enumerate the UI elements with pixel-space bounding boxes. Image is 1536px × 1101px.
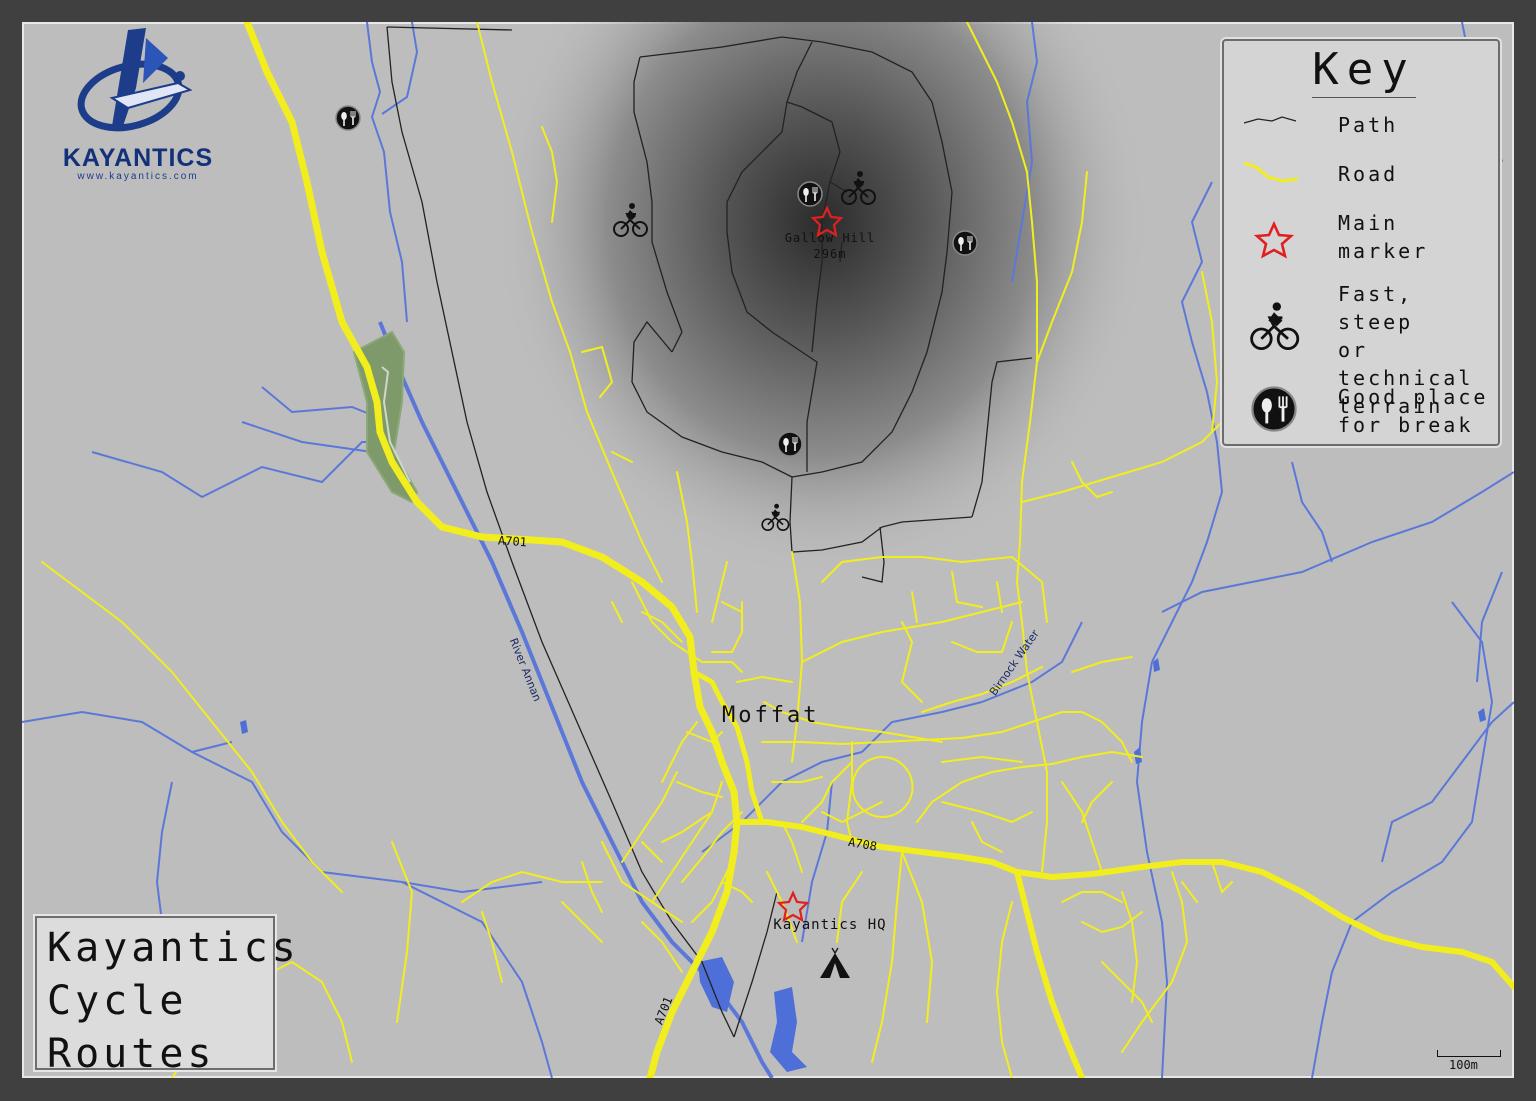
map-key: Key Path Road Main marker Fast, steep or… xyxy=(1222,39,1500,446)
star-icon xyxy=(1253,220,1295,259)
break-icon xyxy=(1251,386,1297,432)
tent-icon[interactable] xyxy=(820,947,850,978)
hill-height-label: 296m xyxy=(814,247,847,261)
cyclist-icon xyxy=(1250,302,1300,350)
logo-brand-text: KAYANTICS xyxy=(62,144,214,172)
road-label-a701-north: A701 xyxy=(498,533,528,549)
break-icon[interactable] xyxy=(777,431,803,457)
logo-emblem xyxy=(77,28,193,132)
hill-shading xyxy=(492,22,1152,582)
key-label-path: Path xyxy=(1338,113,1399,137)
logo-url-text: www.kayantics.com xyxy=(77,171,199,182)
break-icon[interactable] xyxy=(797,181,823,207)
break-icon[interactable] xyxy=(952,230,978,256)
scale-bar: 100m xyxy=(1437,1046,1501,1074)
kayantics-logo: KAYANTICS www.kayantics.com xyxy=(28,28,248,188)
key-label-main-marker: Main marker xyxy=(1338,211,1429,263)
title-line-3: Routes xyxy=(47,1031,216,1077)
title-line-1: Kayantics xyxy=(47,925,300,971)
birnock-water-label: Birnock Water xyxy=(987,627,1042,698)
town-label-moffat: Moffat xyxy=(722,703,819,728)
road-line-icon xyxy=(1243,161,1299,183)
scale-bar-line xyxy=(1437,1050,1501,1057)
path-line-icon xyxy=(1243,116,1297,124)
map-title: Kayantics Cycle Routes xyxy=(35,916,300,1077)
hq-label: Kayantics HQ xyxy=(773,917,886,933)
hill-name-label: Gallow Hill xyxy=(785,231,875,245)
ponds xyxy=(240,658,1486,1072)
title-line-2: Cycle xyxy=(47,978,188,1024)
star-icon[interactable] xyxy=(776,890,810,923)
break-icon[interactable] xyxy=(335,105,361,131)
scale-bar-label: 100m xyxy=(1449,1058,1478,1072)
road-label-a708: A708 xyxy=(847,835,878,854)
key-label-road: Road xyxy=(1338,162,1399,186)
key-label-break: Good place for break xyxy=(1338,385,1489,437)
